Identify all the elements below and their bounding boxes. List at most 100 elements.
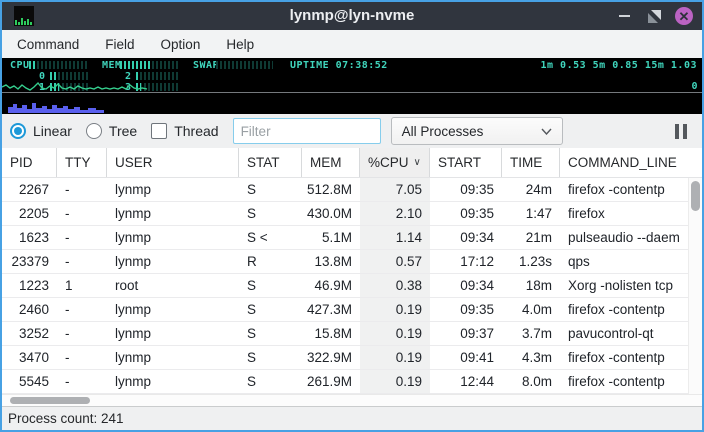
cell-time: 21m — [502, 226, 560, 249]
cell-command-line: qps — [560, 250, 688, 273]
cell-command-line: firefox -contentp — [560, 178, 688, 201]
header-mem[interactable]: MEM — [302, 148, 360, 177]
maximize-icon — [648, 10, 661, 23]
process-scope-select[interactable]: All Processes — [391, 117, 563, 145]
cpu-history-graph — [2, 79, 148, 92]
cell-command-line: Xorg -nolisten tcp — [560, 274, 688, 297]
close-icon: ✕ — [675, 7, 693, 25]
swap-meter — [216, 61, 273, 69]
cell-mem: 46.9M — [302, 274, 360, 297]
close-button[interactable]: ✕ — [674, 6, 694, 26]
cell-mem: 13.8M — [302, 250, 360, 273]
menu-item-command[interactable]: Command — [4, 33, 92, 56]
header-start[interactable]: START — [430, 148, 502, 177]
cell-start: 09:35 — [430, 202, 502, 225]
menu-item-option[interactable]: Option — [148, 33, 214, 56]
cell-stat: S — [239, 274, 302, 297]
vertical-scrollbar-thumb[interactable] — [691, 181, 700, 211]
status-bar: Process count: 241 — [2, 406, 702, 430]
table-row[interactable]: 1623-lynmpS <5.1M1.1409:3421mpulseaudio … — [2, 226, 688, 250]
menu-item-help[interactable]: Help — [213, 33, 267, 56]
pause-button[interactable] — [668, 120, 694, 142]
horizontal-scrollbar-thumb[interactable] — [10, 397, 90, 404]
cell-stat: S — [239, 298, 302, 321]
view-tree-radio[interactable]: Tree — [86, 123, 137, 139]
cell-time: 8.0m — [502, 370, 560, 393]
tree-label: Tree — [109, 123, 137, 139]
filter-input[interactable] — [233, 118, 381, 144]
cell-pid: 5545 — [2, 370, 57, 393]
header-pid[interactable]: PID — [2, 148, 57, 177]
vertical-scrollbar[interactable] — [688, 178, 702, 394]
thread-checkbox[interactable]: Thread — [151, 123, 218, 139]
radio-selected-icon — [10, 123, 26, 139]
uptime-text: UPTIME 07:38:52 — [290, 60, 388, 71]
maximize-button[interactable] — [644, 6, 664, 26]
table-row[interactable]: 3252-lynmpS15.8M0.1909:373.7mpavucontrol… — [2, 322, 688, 346]
cell-pid: 3252 — [2, 322, 57, 345]
stats-panel: CPU MEM SWAP UPTIME 07:38:52 1m 0.53 5m … — [2, 58, 702, 93]
cell-start: 09:34 — [430, 274, 502, 297]
header-stat[interactable]: STAT — [239, 148, 302, 177]
cell-tty: - — [57, 322, 107, 345]
mem-label: MEM — [102, 60, 122, 71]
table-row[interactable]: 2205-lynmpS430.0M2.1009:351:47firefox — [2, 202, 688, 226]
cell-time: 24m — [502, 178, 560, 201]
cell-start: 09:41 — [430, 346, 502, 369]
header-tty[interactable]: TTY — [57, 148, 107, 177]
menu-bar: Command Field Option Help — [2, 30, 702, 58]
cell-time: 3.7m — [502, 322, 560, 345]
cell-pid: 2205 — [2, 202, 57, 225]
cell-user: lynmp — [107, 322, 239, 345]
cell-user: lynmp — [107, 178, 239, 201]
header-command-line[interactable]: COMMAND_LINE — [560, 148, 702, 177]
cell-start: 09:35 — [430, 178, 502, 201]
cell-stat: S < — [239, 226, 302, 249]
app-window: lynmp@lyn-nvme ✕ Command Field Option He… — [0, 0, 704, 432]
cell-mem: 5.1M — [302, 226, 360, 249]
menu-item-field[interactable]: Field — [92, 33, 147, 56]
cpu-meter — [29, 61, 87, 69]
cell-cpu: 2.10 — [360, 202, 430, 225]
memory-history-graph — [8, 101, 104, 113]
minimize-button[interactable] — [614, 6, 634, 26]
pause-icon — [675, 124, 679, 139]
header-user[interactable]: USER — [107, 148, 239, 177]
table-row[interactable]: 2267-lynmpS512.8M7.0509:3524mfirefox -co… — [2, 178, 688, 202]
cell-cpu: 0.19 — [360, 346, 430, 369]
cell-mem: 322.9M — [302, 346, 360, 369]
cell-tty: - — [57, 202, 107, 225]
mem-meter — [120, 61, 179, 69]
table-row[interactable]: 5545-lynmpS261.9M0.1912:448.0mfirefox -c… — [2, 370, 688, 394]
header-cpu[interactable]: %CPU ∨ — [360, 148, 430, 177]
cell-time: 1:47 — [502, 202, 560, 225]
cell-cpu: 0.57 — [360, 250, 430, 273]
header-time[interactable]: TIME — [502, 148, 560, 177]
minimize-icon — [619, 15, 630, 17]
cell-user: lynmp — [107, 298, 239, 321]
horizontal-scrollbar[interactable] — [2, 394, 702, 406]
cell-user: lynmp — [107, 226, 239, 249]
table-row[interactable]: 3470-lynmpS322.9M0.1909:414.3mfirefox -c… — [2, 346, 688, 370]
process-table: 2267-lynmpS512.8M7.0509:3524mfirefox -co… — [2, 178, 702, 394]
cell-time: 4.0m — [502, 298, 560, 321]
cell-stat: S — [239, 178, 302, 201]
cell-command-line: pulseaudio --daem — [560, 226, 688, 249]
cell-mem: 512.8M — [302, 178, 360, 201]
table-row[interactable]: 2460-lynmpS427.3M0.1909:354.0mfirefox -c… — [2, 298, 688, 322]
secondary-graph-panel — [2, 93, 702, 114]
cell-user: root — [107, 274, 239, 297]
table-header: PID TTY USER STAT MEM %CPU ∨ START TIME … — [2, 148, 702, 178]
cell-mem: 261.9M — [302, 370, 360, 393]
cell-time: 4.3m — [502, 346, 560, 369]
cell-start: 17:12 — [430, 250, 502, 273]
graph-zero-label: 0 — [691, 81, 698, 92]
cell-command-line: firefox — [560, 202, 688, 225]
cell-pid: 2460 — [2, 298, 57, 321]
view-linear-radio[interactable]: Linear — [10, 123, 72, 139]
table-row[interactable]: 23379-lynmpR13.8M0.5717:121.23sqps — [2, 250, 688, 274]
cell-user: lynmp — [107, 250, 239, 273]
linear-label: Linear — [33, 123, 72, 139]
table-row[interactable]: 12231rootS46.9M0.3809:3418mXorg -noliste… — [2, 274, 688, 298]
cell-mem: 15.8M — [302, 322, 360, 345]
